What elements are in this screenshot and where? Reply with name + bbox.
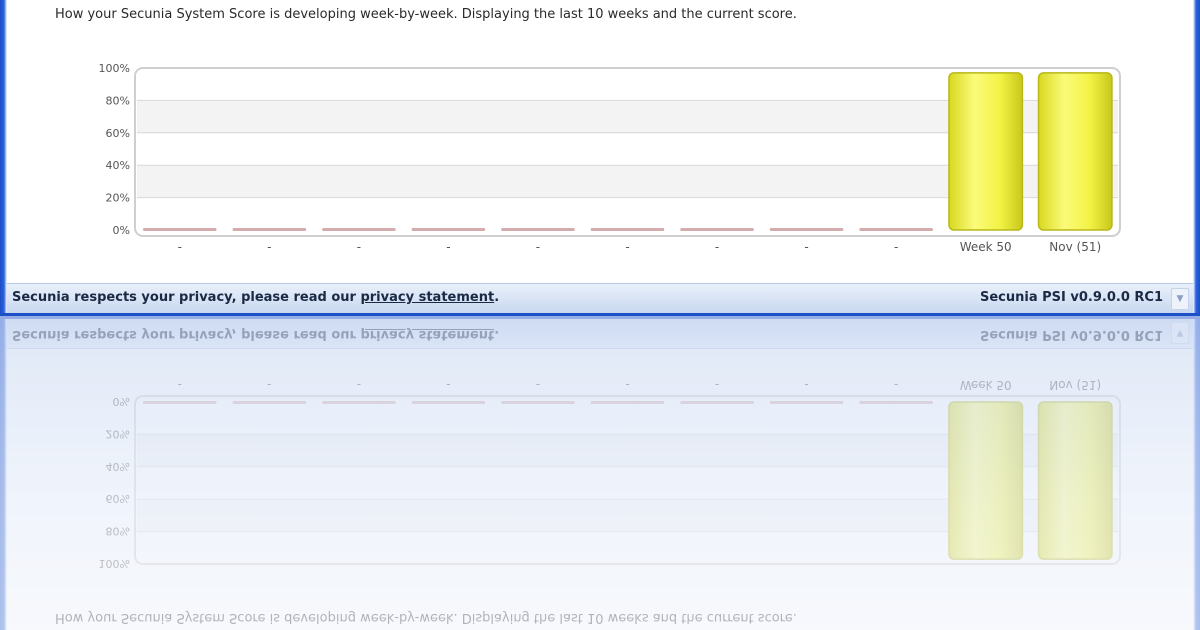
bar	[680, 228, 754, 231]
bar	[1037, 72, 1113, 231]
bar	[859, 228, 933, 231]
version-label: Secunia PSI v0.9.0.0 RC1	[980, 327, 1163, 342]
privacy-notice: Secunia respects your privacy, please re…	[12, 327, 499, 342]
score-chart: 0% 20% 40% 60% 80% 100% - - - - - - - - - Week 50 Nov (5…	[99, 62, 1121, 254]
y-tick-label: 20%	[106, 192, 130, 205]
bar	[322, 401, 396, 404]
chevron-down-icon: ▼	[1171, 322, 1189, 344]
x-tick-label: -	[894, 240, 898, 254]
x-tick-label: -	[804, 240, 808, 254]
y-tick-label: 40%	[106, 159, 130, 172]
bar	[590, 228, 665, 231]
bar	[948, 72, 1024, 231]
y-tick-label: 0%	[113, 395, 130, 408]
privacy-prefix: Secunia respects your privacy, please re…	[12, 327, 361, 342]
x-tick-label: -	[536, 240, 540, 254]
y-tick-label: 0%	[113, 224, 130, 237]
x-tick-label: -	[625, 378, 629, 392]
bar	[590, 401, 665, 404]
privacy-statement-link: privacy statement	[360, 327, 495, 342]
window-reflection: How your Secunia System Score is develop…	[0, 316, 1200, 630]
y-tick-label: 20%	[106, 427, 130, 440]
reflected-window: How your Secunia System Score is develop…	[0, 316, 1200, 630]
y-tick-label: 80%	[106, 94, 130, 107]
x-tick-label: -	[894, 378, 898, 392]
score-panel: How your Secunia System Score is develop…	[7, 349, 1193, 630]
version-label: Secunia PSI v0.9.0.0 RC1	[980, 290, 1163, 305]
x-tick-label: Nov (51)	[1049, 240, 1101, 254]
privacy-statement-link[interactable]: privacy statement	[360, 290, 494, 305]
privacy-notice: Secunia respects your privacy, please re…	[12, 290, 499, 305]
y-tick-label: 40%	[106, 460, 130, 473]
y-tick-label: 60%	[106, 492, 130, 505]
bar	[322, 228, 396, 231]
x-tick-label: -	[357, 378, 361, 392]
status-bar: Secunia respects your privacy, please re…	[7, 283, 1193, 313]
privacy-prefix: Secunia respects your privacy, please re…	[12, 290, 361, 305]
reflection-mirror: How your Secunia System Score is develop…	[0, 316, 1200, 630]
x-tick-label: -	[625, 240, 629, 254]
app-window: How your Secunia System Score is develop…	[0, 0, 1200, 316]
x-tick-label: -	[446, 378, 450, 392]
bar	[859, 401, 933, 404]
score-panel: How your Secunia System Score is develop…	[7, 0, 1193, 283]
chevron-down-icon[interactable]: ▼	[1171, 288, 1189, 310]
bar	[411, 401, 486, 404]
x-tick-label: -	[267, 378, 271, 392]
x-tick-label: Week 50	[960, 378, 1012, 392]
status-bar: Secunia respects your privacy, please re…	[7, 319, 1193, 349]
x-tick-label: -	[715, 378, 719, 392]
bar	[501, 401, 575, 404]
y-tick-label: 60%	[106, 127, 130, 140]
x-tick-label: -	[178, 378, 182, 392]
score-chart: 0% 20% 40% 60% 80% 100% - - - - - - - - - Week 50 Nov (5…	[99, 378, 1121, 570]
bar	[143, 228, 217, 231]
bar	[1037, 401, 1113, 560]
y-tick-label: 100%	[99, 62, 130, 75]
privacy-suffix: .	[494, 327, 500, 342]
x-tick-label: -	[804, 378, 808, 392]
y-tick-label: 80%	[106, 525, 130, 538]
x-tick-label: -	[536, 378, 540, 392]
bar	[680, 401, 754, 404]
x-tick-label: -	[357, 240, 361, 254]
x-tick-label: -	[178, 240, 182, 254]
bar	[769, 401, 844, 404]
x-tick-label: -	[715, 240, 719, 254]
bar	[411, 228, 486, 231]
bar	[232, 228, 307, 231]
bar	[948, 401, 1024, 560]
x-tick-label: -	[446, 240, 450, 254]
privacy-suffix: .	[494, 290, 500, 305]
bar	[501, 228, 575, 231]
bar	[143, 401, 217, 404]
bar	[232, 401, 307, 404]
x-tick-label: Week 50	[960, 240, 1012, 254]
y-tick-label: 100%	[99, 557, 130, 570]
x-tick-label: Nov (51)	[1049, 378, 1101, 392]
bar	[769, 228, 844, 231]
x-tick-label: -	[267, 240, 271, 254]
